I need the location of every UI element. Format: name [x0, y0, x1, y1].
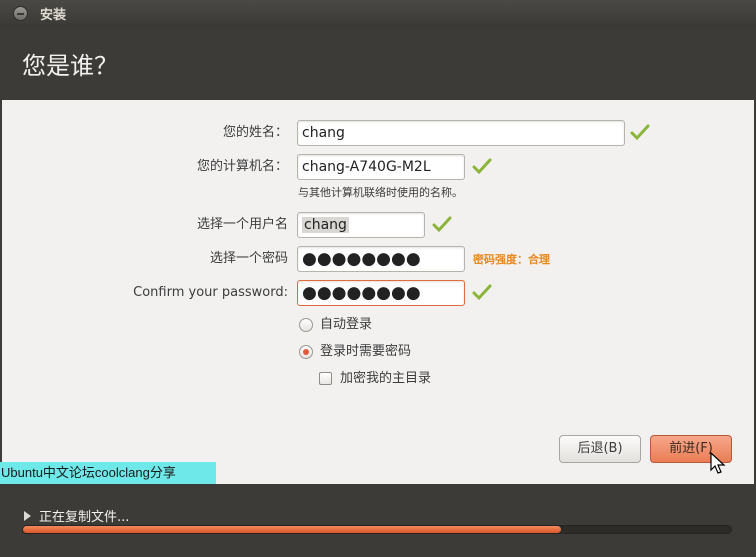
autologin-radio[interactable]: [299, 318, 313, 332]
password-input[interactable]: ●●●●●●●●: [297, 246, 465, 272]
username-value: chang: [302, 217, 349, 233]
install-status-bar: 正在复制文件...: [0, 484, 756, 557]
confirm-password-valid-check-icon: [472, 284, 492, 301]
username-input[interactable]: chang: [297, 212, 425, 238]
page-title: 您是谁？: [22, 52, 118, 80]
name-input[interactable]: chang: [297, 120, 625, 146]
mouse-cursor-icon: [710, 452, 726, 474]
main-content: 您的姓名： chang 您的计算机名： chang-A740G-M2L 与其他计…: [2, 100, 754, 484]
watermark-text: Ubuntu中文论坛coolclang分享: [0, 462, 216, 484]
name-valid-check-icon: [630, 124, 650, 141]
computer-name-hint: 与其他计算机联络时使用的名称。: [298, 186, 463, 199]
require-password-radio[interactable]: [299, 345, 313, 359]
confirm-password-label: Confirm your password:: [133, 285, 288, 300]
username-valid-check-icon: [432, 216, 452, 233]
status-text: 正在复制文件...: [39, 510, 130, 525]
require-password-label[interactable]: 登录时需要密码: [320, 344, 411, 360]
progress-fill: [23, 526, 562, 533]
password-value: ●●●●●●●●: [302, 249, 421, 269]
computer-name-valid-check-icon: [472, 158, 492, 175]
password-label: 选择一个密码: [209, 251, 288, 266]
window-title: 安装: [40, 8, 67, 23]
autologin-label[interactable]: 自动登录: [320, 317, 372, 333]
computer-name-label: 您的计算机名：: [196, 159, 288, 174]
username-label: 选择一个用户名: [196, 217, 288, 232]
close-icon[interactable]: [13, 6, 28, 21]
name-label: 您的姓名：: [222, 125, 288, 140]
encrypt-home-checkbox[interactable]: [319, 372, 332, 385]
expand-triangle-icon[interactable]: [24, 510, 31, 521]
back-button[interactable]: 后退(B): [559, 435, 641, 463]
password-strength: 密码强度：合理: [473, 253, 550, 266]
progress-bar: [22, 525, 732, 534]
status-row[interactable]: 正在复制文件...: [24, 506, 129, 525]
computer-name-value: chang-A740G-M2L: [302, 159, 431, 175]
encrypt-home-label[interactable]: 加密我的主目录: [340, 371, 431, 387]
confirm-password-input[interactable]: ●●●●●●●●: [297, 280, 465, 306]
name-value: chang: [302, 125, 345, 141]
confirm-password-value: ●●●●●●●●: [302, 283, 421, 303]
window-titlebar: 安装: [0, 0, 756, 27]
computer-name-input[interactable]: chang-A740G-M2L: [297, 154, 465, 180]
page-header: 您是谁？: [0, 27, 756, 100]
